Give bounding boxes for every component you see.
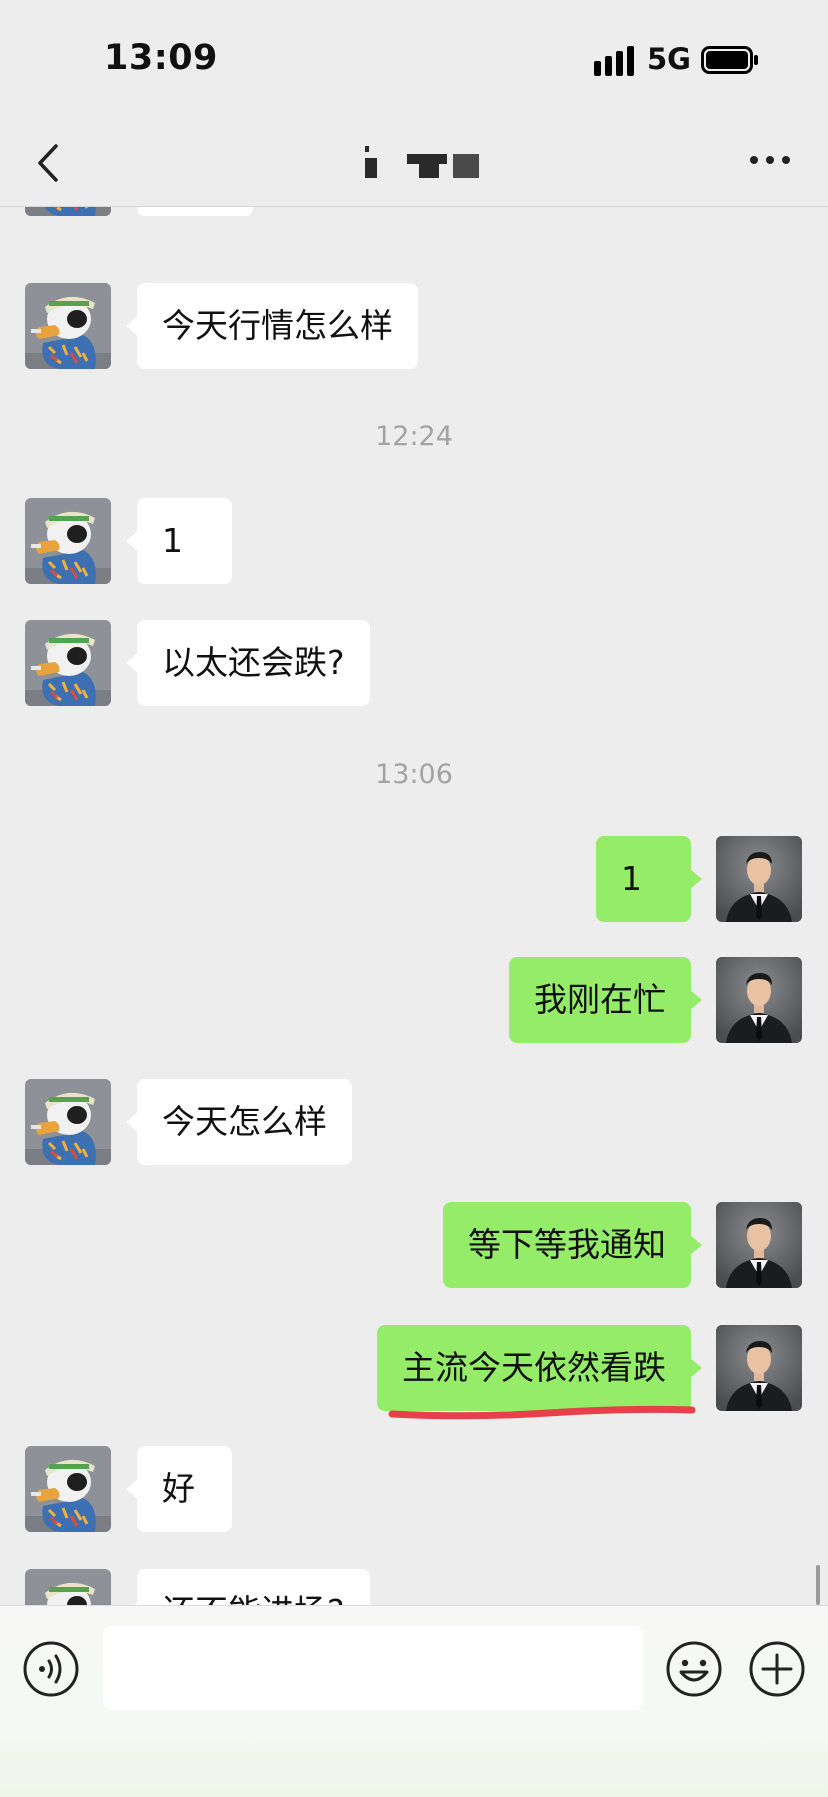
battery-icon [701,46,758,74]
network-type: 5G [647,42,691,76]
plus-icon[interactable] [748,1640,806,1698]
red-underline-annotation [388,1405,696,1420]
message-bubble-incoming[interactable]: 1 [126,498,232,584]
message-input[interactable] [103,1626,643,1710]
ellipsis-icon[interactable] [746,150,794,170]
self-avatar[interactable] [716,836,802,922]
self-avatar[interactable] [716,957,802,1043]
message-bubble-incoming[interactable]: 得哥 [137,207,253,216]
contact-avatar[interactable] [25,283,111,369]
message-bubble-incoming[interactable]: 好 [126,1446,232,1532]
contact-avatar[interactable] [25,207,111,216]
status-bar: 13:09 5G [0,0,828,120]
self-avatar[interactable] [716,1325,802,1411]
chat-title-redacted [365,146,479,178]
contact-avatar[interactable] [25,620,111,706]
signal-icon [594,46,634,76]
message-bubble-incoming[interactable]: 还不能进场? [126,1569,370,1605]
voice-icon[interactable] [22,1640,80,1698]
chat-area[interactable]: 得哥 今天行情怎么样 12:24 1 以太还会跌? 13:06 1 我刚在忙 今… [0,207,828,1605]
nav-bar [0,120,828,207]
chevron-left-icon[interactable] [30,138,70,188]
emoji-icon[interactable] [665,1640,723,1698]
message-bubble-incoming[interactable]: 以太还会跌? [126,620,370,706]
message-timestamp: 13:06 [375,759,453,790]
scrollbar[interactable] [816,1565,820,1605]
contact-avatar[interactable] [25,1079,111,1165]
contact-avatar[interactable] [25,1569,111,1605]
self-avatar[interactable] [716,1202,802,1288]
contact-avatar[interactable] [25,1446,111,1532]
message-bubble-incoming[interactable]: 今天怎么样 [126,1079,352,1165]
message-bubble-outgoing[interactable]: 1 [596,836,702,922]
contact-avatar[interactable] [25,498,111,584]
message-bubble-incoming[interactable]: 今天行情怎么样 [126,283,418,369]
message-timestamp: 12:24 [375,421,453,452]
message-bubble-outgoing[interactable]: 等下等我通知 [443,1202,702,1288]
status-time: 13:09 [104,38,218,78]
message-bubble-outgoing[interactable]: 我刚在忙 [509,957,702,1043]
input-bar [0,1605,828,1797]
